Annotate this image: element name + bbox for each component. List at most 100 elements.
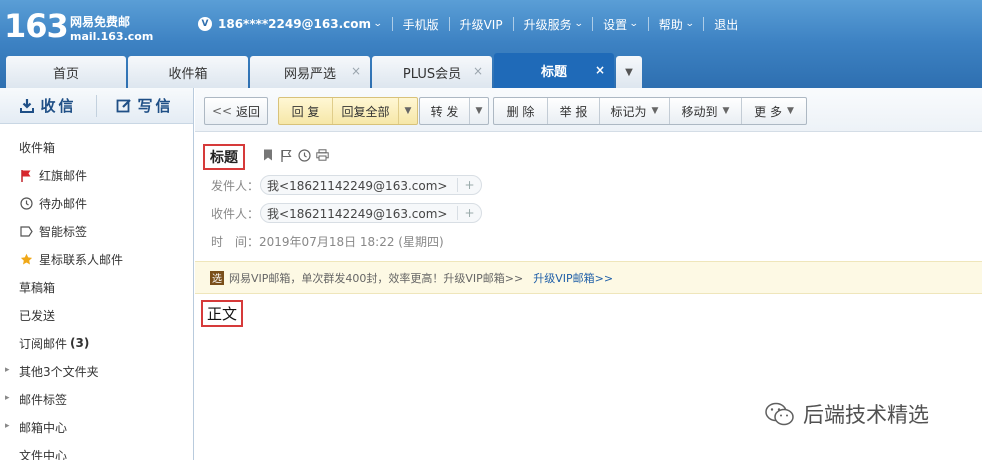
message-body: 正文 后端技术精选 — [195, 294, 982, 460]
tab-message[interactable]: 标题 × — [494, 53, 614, 88]
nav-mobile[interactable]: 手机版 — [403, 16, 439, 33]
divider — [592, 17, 594, 31]
promo-badge-icon: 选 — [210, 270, 224, 285]
chevron-down-icon[interactable]: ⌄ — [629, 19, 639, 29]
from-address: 我<18621142249@163.com> — [267, 178, 448, 193]
add-contact-icon[interactable]: + — [457, 178, 475, 192]
reply-group: 回 复 回复全部 ▼ — [278, 97, 418, 125]
logo-name: 网易免费邮 — [70, 15, 131, 29]
folder-label: 星标联系人邮件 — [39, 252, 124, 267]
tab-yanxuan[interactable]: 网易严选 × — [250, 56, 370, 88]
unread-count: (3) — [70, 336, 90, 350]
close-icon[interactable]: × — [351, 64, 361, 78]
subject-actions — [261, 148, 333, 162]
tab-plus-member[interactable]: PLUS会员 × — [372, 56, 492, 88]
tab-label: PLUS会员 — [402, 66, 462, 82]
vip-promo-bar: 选 网易VIP邮箱，单次群发400封，效率更高！升级VIP邮箱>> 升级VIP邮… — [195, 261, 982, 294]
actions-group: 删 除 举 报 标记为 ▼ 移动到 ▼ 更 多 ▼ — [493, 97, 807, 125]
receive-button[interactable]: 收信 — [0, 95, 96, 116]
back-button[interactable]: << 返回 — [205, 98, 267, 124]
chevron-down-icon[interactable]: ⌄ — [373, 19, 383, 29]
compose-label: 写信 — [137, 97, 174, 115]
nav-settings[interactable]: 设置 — [603, 16, 627, 33]
chevron-down-icon[interactable]: ⌄ — [685, 19, 695, 29]
folder-label: 待办邮件 — [39, 196, 88, 211]
folder-label: 邮件标签 — [19, 392, 68, 407]
folder-label: 智能标签 — [39, 224, 88, 239]
folder-todo[interactable]: 待办邮件 — [0, 189, 193, 217]
chevron-down-icon: ▼ — [475, 106, 483, 116]
header: 163 网易免费邮 mail.163.com V 186****2249@163… — [0, 0, 982, 88]
tab-label: 标题 — [540, 65, 567, 80]
nav-help[interactable]: 帮助 — [659, 16, 683, 33]
tab-home[interactable]: 首页 — [6, 56, 126, 88]
reply-dropdown[interactable]: ▼ — [399, 98, 417, 124]
folder-sent[interactable]: 已发送 — [0, 301, 193, 329]
move-to-label: 移动到 — [681, 104, 718, 119]
delete-button[interactable]: 删 除 — [494, 98, 548, 124]
folder-subscriptions[interactable]: 订阅邮件 (3) — [0, 329, 193, 357]
add-contact-icon[interactable]: + — [457, 206, 475, 220]
reply-all-button[interactable]: 回复全部 — [333, 98, 399, 124]
chevron-down-icon[interactable]: ⌄ — [573, 19, 583, 29]
to-label: 收件人： — [211, 206, 260, 221]
move-to-button[interactable]: 移动到 ▼ — [670, 98, 742, 124]
nav-upgrade-vip[interactable]: 升级VIP — [460, 16, 503, 33]
upgrade-vip-link[interactable]: 升级VIP邮箱>> — [533, 270, 613, 286]
report-button[interactable]: 举 报 — [548, 98, 600, 124]
bookmark-icon[interactable] — [261, 148, 275, 162]
chevron-right-icon[interactable]: ▸ — [5, 365, 10, 375]
folder-file-center[interactable]: 文件中心 — [0, 441, 193, 460]
chevron-down-icon: ▼ — [786, 106, 794, 116]
clock-icon — [19, 196, 33, 210]
folder-smart-tags[interactable]: 智能标签 — [0, 217, 193, 245]
from-label: 发件人： — [211, 178, 260, 193]
close-icon[interactable]: × — [473, 64, 483, 78]
chevron-down-icon: ▼ — [722, 106, 730, 116]
divider — [647, 17, 649, 31]
star-icon — [19, 252, 33, 266]
clock-icon[interactable] — [297, 148, 311, 162]
vip-badge-icon[interactable]: V — [198, 17, 212, 31]
folder-label: 草稿箱 — [19, 280, 56, 295]
folder-starred-contacts[interactable]: 星标联系人邮件 — [0, 245, 193, 273]
forward-dropdown[interactable]: ▼ — [470, 98, 488, 124]
nav-logout[interactable]: 退出 — [714, 16, 738, 33]
folder-label: 订阅邮件 — [19, 336, 68, 351]
from-row: 发件人： 我<18621142249@163.com> + — [211, 175, 482, 195]
watermark-text: 后端技术精选 — [803, 403, 929, 427]
folder-mail-tags[interactable]: ▸ 邮件标签 — [0, 385, 193, 413]
pencil-icon — [117, 98, 132, 112]
time-label: 时 间： — [211, 234, 260, 249]
close-icon[interactable]: × — [595, 63, 605, 77]
account-name[interactable]: 186****2249@163.com — [218, 17, 371, 31]
folder-mailbox-center[interactable]: ▸ 邮箱中心 — [0, 413, 193, 441]
flag-icon[interactable] — [279, 148, 293, 162]
from-contact[interactable]: 我<18621142249@163.com> + — [260, 175, 482, 195]
chevron-right-icon[interactable]: ▸ — [5, 421, 10, 431]
mark-as-button[interactable]: 标记为 ▼ — [600, 98, 670, 124]
folder-inbox[interactable]: 收件箱 — [0, 133, 193, 161]
toolbar: << 返回 回 复 回复全部 ▼ 转 发 ▼ 删 除 举 报 标记为 ▼ 移动到… — [195, 88, 982, 132]
folder-other-folders[interactable]: ▸ 其他3个文件夹 — [0, 357, 193, 385]
message-subject: 标题 — [203, 144, 245, 170]
logo-domain: mail.163.com — [70, 30, 154, 43]
flag-icon — [19, 168, 33, 182]
more-button[interactable]: 更 多 ▼ — [742, 98, 806, 124]
message-view: << 返回 回 复 回复全部 ▼ 转 发 ▼ 删 除 举 报 标记为 ▼ 移动到… — [195, 88, 982, 460]
tab-more-button[interactable]: ▼ — [616, 56, 642, 88]
reply-button[interactable]: 回 复 — [279, 98, 333, 124]
print-icon[interactable] — [315, 148, 329, 162]
sidebar: 收信 写信 收件箱 红旗邮件 待办邮件 智能标签 星标联系人邮件 草稿箱 已发送… — [0, 88, 194, 460]
chevron-right-icon[interactable]: ▸ — [5, 393, 10, 403]
compose-button[interactable]: 写信 — [97, 95, 193, 116]
folder-flagged[interactable]: 红旗邮件 — [0, 161, 193, 189]
chevron-down-icon: ▼ — [404, 106, 412, 116]
to-contact[interactable]: 我<18621142249@163.com> + — [260, 203, 482, 223]
folder-drafts[interactable]: 草稿箱 — [0, 273, 193, 301]
tab-inbox[interactable]: 收件箱 — [128, 56, 248, 88]
forward-button[interactable]: 转 发 — [420, 98, 470, 124]
divider — [703, 17, 705, 31]
back-label: 返回 — [236, 104, 261, 119]
nav-upgrade-service[interactable]: 升级服务 — [524, 16, 572, 33]
